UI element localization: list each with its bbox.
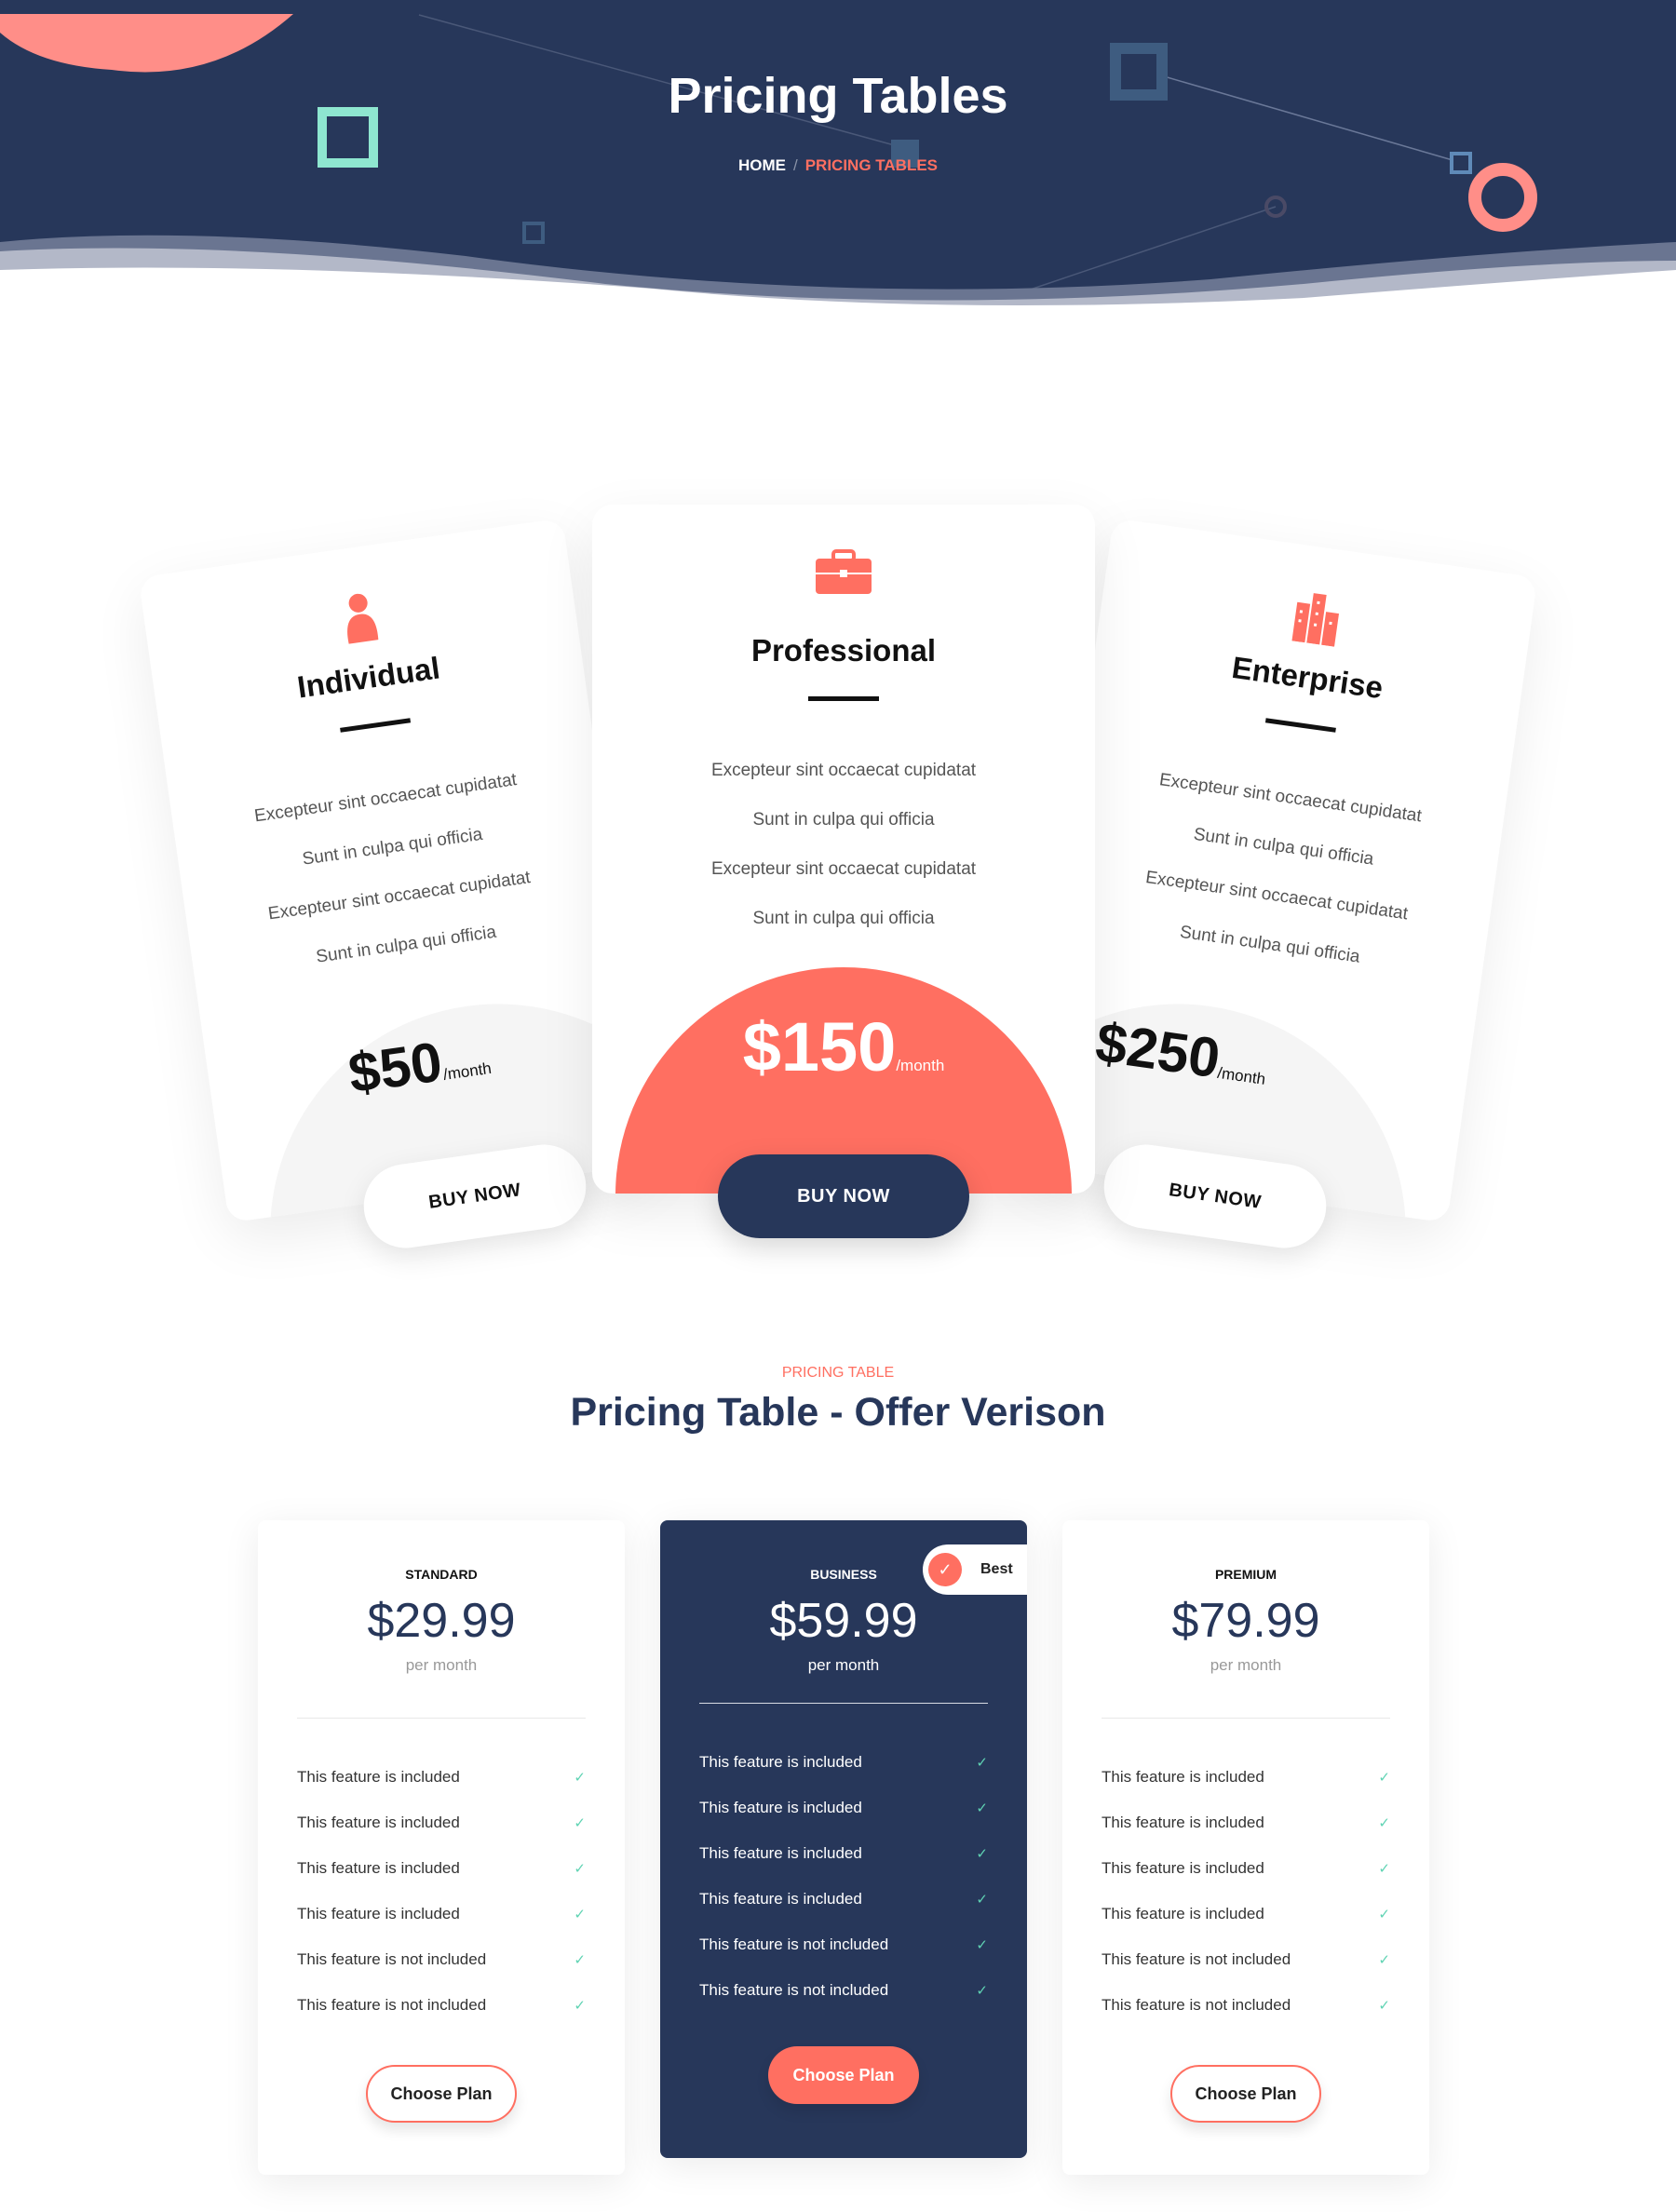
feature-row: This feature is not included ✓ — [297, 1995, 586, 2014]
check-icon: ✓ — [976, 1982, 988, 1999]
feature-row: This feature is included ✓ — [297, 1904, 586, 1922]
plan-card-individual: Individual Excepteur sint occaecat cupid… — [138, 518, 654, 1223]
check-icon: ✓ — [1378, 1951, 1390, 1968]
section-label: PRICING TABLE — [781, 1365, 895, 1381]
check-icon: ✓ — [1378, 1769, 1390, 1786]
check-icon: ✓ — [976, 1754, 988, 1771]
feature-row: This feature is not included ✓ — [1102, 1995, 1390, 2014]
divider — [808, 696, 879, 701]
plan-card-professional: Professional Excepteur sint occaecat cup… — [592, 505, 1095, 1194]
best-badge: ✓ Best — [923, 1544, 1027, 1595]
feature-row: This feature is included ✓ — [699, 1889, 988, 1908]
plan-card-enterprise: Enterprise Excepteur sint occaecat cupid… — [1022, 518, 1538, 1223]
feature-row: This feature is included ✓ — [1102, 1767, 1390, 1786]
feature-row: This feature is included ✓ — [699, 1843, 988, 1862]
section-title: Pricing Table - Offer Verison — [570, 1390, 1106, 1435]
feature-row: This feature is included ✓ — [297, 1813, 586, 1831]
feature-row: This feature is included ✓ — [1102, 1813, 1390, 1831]
feature-row: This feature is not included ✓ — [699, 1935, 988, 1953]
plan-name: PREMIUM — [1214, 1567, 1277, 1582]
breadcrumb-separator: / — [792, 156, 798, 174]
offer-card-premium: PREMIUM $79.99 per month This feature is… — [1062, 1520, 1429, 2175]
plan-name: Individual — [295, 650, 442, 705]
feature-item: Excepteur sint occaecat cupidatat — [710, 859, 977, 879]
plan-name: Enterprise — [1229, 649, 1385, 706]
check-icon: ✓ — [574, 1997, 586, 2014]
feature-item: Sunt in culpa qui officia — [752, 909, 935, 928]
feature-row: This feature is included ✓ — [1102, 1904, 1390, 1922]
divider — [699, 1703, 988, 1704]
check-icon: ✓ — [574, 1860, 586, 1877]
feature-item: Excepteur sint occaecat cupidatat — [710, 761, 977, 780]
choose-plan-button[interactable]: Choose Plan — [366, 2065, 517, 2123]
feature-row: This feature is included ✓ — [699, 1798, 988, 1816]
feature-row: This feature is not included ✓ — [297, 1949, 586, 1968]
breadcrumb: HOME / PRICING TABLES — [0, 156, 1676, 175]
choose-plan-button[interactable]: Choose Plan — [1170, 2065, 1321, 2123]
feature-row: This feature is not included ✓ — [1102, 1949, 1390, 1968]
plan-price: $29.99 — [367, 1594, 516, 1648]
buy-now-button-professional[interactable]: BUY NOW — [718, 1154, 969, 1238]
plan-price: $150/month — [742, 1008, 945, 1086]
check-icon: ✓ — [976, 1800, 988, 1816]
check-icon: ✓ — [1378, 1906, 1390, 1922]
check-icon: ✓ — [574, 1951, 586, 1968]
feature-row: This feature is not included ✓ — [699, 1980, 988, 1999]
plan-name: Professional — [750, 633, 937, 668]
divider — [1264, 718, 1336, 733]
building-icon — [1291, 593, 1340, 647]
check-icon: ✓ — [976, 1936, 988, 1953]
check-icon: ✓ — [1378, 1997, 1390, 2014]
choose-plan-button[interactable]: Choose Plan — [768, 2046, 919, 2104]
check-icon: ✓ — [976, 1891, 988, 1908]
offer-card-business: ✓ Best BUSINESS $59.99 per month This fea… — [660, 1520, 1027, 2158]
divider — [1102, 1718, 1390, 1719]
check-icon: ✓ — [574, 1769, 586, 1786]
divider — [340, 718, 412, 733]
feature-row: This feature is included ✓ — [297, 1767, 586, 1786]
check-icon: ✓ — [976, 1845, 988, 1862]
feature-item: Sunt in culpa qui officia — [752, 810, 935, 830]
page-header: Pricing Tables HOME / PRICING TABLES — [0, 0, 1676, 317]
check-icon: ✓ — [574, 1814, 586, 1831]
divider — [297, 1718, 586, 1719]
person-icon — [347, 593, 379, 644]
feature-row: This feature is included ✓ — [297, 1858, 586, 1877]
check-icon: ✓ — [574, 1906, 586, 1922]
check-icon: ✓ — [1378, 1814, 1390, 1831]
plan-period: per month — [807, 1656, 880, 1674]
check-icon: ✓ — [1378, 1860, 1390, 1877]
breadcrumb-current: PRICING TABLES — [804, 156, 939, 174]
feature-row: This feature is included ✓ — [699, 1752, 988, 1771]
briefcase-icon — [816, 549, 872, 594]
page-title: Pricing Tables — [668, 68, 1008, 124]
plan-price: $79.99 — [1171, 1594, 1320, 1648]
check-icon: ✓ — [928, 1553, 962, 1586]
breadcrumb-home[interactable]: HOME — [738, 156, 786, 174]
plan-price: $59.99 — [769, 1594, 918, 1648]
plan-name: STANDARD — [405, 1567, 478, 1582]
offer-card-standard: STANDARD $29.99 per month This feature i… — [258, 1520, 625, 2175]
plan-period: per month — [1210, 1656, 1282, 1674]
feature-row: This feature is included ✓ — [1102, 1858, 1390, 1877]
plan-period: per month — [405, 1656, 478, 1674]
